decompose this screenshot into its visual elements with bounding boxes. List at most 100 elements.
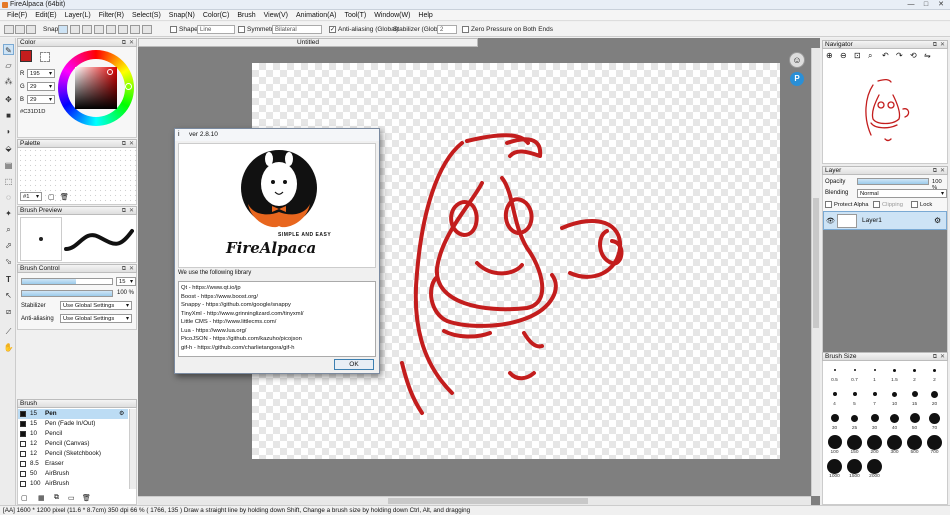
zoom-in-icon[interactable]: ⊕ [826, 51, 833, 60]
zoom-actual-icon[interactable]: ⌕ [868, 51, 872, 61]
brush-size-grid[interactable]: 0.5 0.7 1 1.5 2 2 4 5 7 10 15 20 30 25 30 40 50 70 100 150 2… [822, 361, 948, 505]
brush-stabilizer-select[interactable]: Use Global Settings [60, 301, 132, 310]
gradient-tool-icon[interactable]: ▤ [3, 160, 14, 171]
menu-snap[interactable]: Snap(N) [165, 12, 199, 19]
rotate-reset-icon[interactable]: ⟲ [910, 51, 917, 60]
panel-close-icon[interactable]: ✕ [940, 167, 945, 175]
menu-brush[interactable]: Brush [233, 12, 259, 19]
rotate-right-icon[interactable]: ↷ [896, 51, 903, 60]
brush-new-icon[interactable]: ▢ [21, 494, 28, 502]
menu-layer[interactable]: Layer(L) [61, 12, 95, 19]
snap-vanishing-icon[interactable] [118, 25, 128, 34]
g-value-field[interactable]: 29 [27, 82, 55, 91]
brush-size-option[interactable]: 4 [825, 387, 844, 407]
brush-size-slider[interactable] [21, 278, 113, 285]
brush-list-scrollbar[interactable] [129, 409, 136, 489]
b-value-field[interactable]: 29 [27, 95, 55, 104]
brush-item[interactable]: 12 Pencil (Sketchbook) [18, 449, 128, 459]
menu-file[interactable]: File(F) [3, 12, 31, 19]
zero-pressure-checkbox[interactable] [462, 26, 469, 33]
brush-size-option[interactable]: 2000 [865, 459, 884, 479]
close-window-button[interactable]: ✕ [935, 1, 947, 9]
horizontal-scroll-thumb[interactable] [388, 498, 588, 504]
brush-size-option[interactable]: 100 [825, 435, 844, 455]
snap-cross-icon[interactable] [70, 25, 80, 34]
pen-tool-icon[interactable]: ✎ [3, 44, 14, 55]
background-color-swatch[interactable] [40, 52, 50, 62]
brush-size-option[interactable]: 10 [885, 387, 904, 407]
fill-tool-icon[interactable]: ◗ [3, 126, 14, 137]
layer-opacity-slider[interactable] [857, 178, 929, 185]
eyedropper-tool-icon[interactable]: ⟋ [3, 326, 14, 337]
ok-button[interactable]: OK [334, 359, 374, 370]
canvas-vertical-scrollbar[interactable] [811, 48, 820, 496]
operation-tool-icon[interactable]: ↖ [3, 290, 14, 301]
snap-extra-icon[interactable] [142, 25, 152, 34]
shape-select[interactable]: Line [197, 25, 235, 34]
panel-close-icon[interactable]: ✕ [129, 265, 134, 273]
brush-size-option[interactable]: 50 [905, 411, 924, 431]
lasso-tool-icon[interactable]: ◌ [3, 192, 14, 203]
brush-size-option[interactable]: 15 [905, 387, 924, 407]
brush-size-option[interactable]: 20 [925, 387, 944, 407]
clipping-checkbox[interactable] [873, 201, 880, 208]
palette-index-select[interactable]: #1 [20, 192, 42, 201]
vertical-scroll-thumb[interactable] [813, 198, 819, 328]
minimize-button[interactable]: — [905, 1, 917, 9]
shape-checkbox[interactable] [170, 26, 177, 33]
hex-value[interactable]: #C31D1D [20, 109, 45, 115]
snap-parallel-icon[interactable] [58, 25, 68, 34]
brush-antialias-select[interactable]: Use Global Settings [60, 314, 132, 323]
brush-size-option[interactable]: 25 [845, 411, 864, 431]
brush-item[interactable]: 50 AirBrush [18, 469, 128, 479]
panel-close-icon[interactable]: ✕ [129, 207, 134, 215]
canvas-horizontal-scrollbar[interactable] [138, 496, 811, 505]
palette-add-icon[interactable]: ▢ [48, 193, 55, 201]
menu-color[interactable]: Color(C) [199, 12, 233, 19]
text-tool-icon[interactable]: T [3, 274, 14, 285]
divide-tool-icon[interactable]: ⧄ [3, 306, 14, 317]
brush-folder-icon[interactable]: ▭ [68, 494, 75, 502]
eraser-tool-icon[interactable]: ▱ [3, 60, 14, 71]
move-tool-icon[interactable]: ✥ [3, 94, 14, 105]
brush-size-option[interactable]: 2 [925, 363, 944, 383]
brush-size-option[interactable]: 0.7 [845, 363, 864, 383]
symmetry-checkbox[interactable] [238, 26, 245, 33]
brush-delete-icon[interactable]: 🗑 [82, 494, 91, 502]
palette-delete-icon[interactable]: 🗑 [60, 193, 69, 201]
panel-float-icon[interactable]: ⧉ [122, 207, 126, 215]
document-tab[interactable]: Untitled [138, 38, 478, 47]
brush-size-option[interactable]: 150 [845, 435, 864, 455]
hand-tool-icon[interactable]: ✋ [3, 342, 14, 353]
library-list[interactable]: Qt - https://www.qt.io/jp Boost - https:… [178, 281, 376, 357]
brush-size-option[interactable]: 700 [925, 435, 944, 455]
brush-size-option[interactable]: 1.5 [885, 363, 904, 383]
brush-add-icon[interactable]: ▦ [38, 494, 45, 502]
dot-tool-icon[interactable]: ⁂ [3, 76, 14, 87]
zoom-out-icon[interactable]: ⊖ [840, 51, 847, 60]
hue-wheel[interactable] [58, 50, 134, 126]
grid-icon[interactable] [4, 25, 14, 34]
maximize-button[interactable]: □ [920, 1, 932, 9]
layer-row[interactable]: 👁 Layer1 ⚙ [823, 211, 947, 230]
select-pen-icon[interactable]: ⬀ [3, 240, 14, 251]
color-picker-handle[interactable] [107, 69, 113, 75]
hue-handle[interactable] [125, 83, 132, 90]
brush-item[interactable]: 8.5 Eraser [18, 459, 128, 469]
layer-settings-icon[interactable]: ⚙ [934, 216, 941, 225]
magic-wand-icon[interactable]: ✦ [3, 208, 14, 219]
brush-size-option[interactable]: 30 [825, 411, 844, 431]
panel-close-icon[interactable]: ✕ [940, 41, 945, 49]
fill-rect-icon[interactable]: ■ [3, 110, 14, 121]
zoom-tool-icon[interactable]: ⌕ [3, 224, 14, 235]
menu-help[interactable]: Help [414, 12, 436, 19]
panel-float-icon[interactable]: ⧉ [933, 41, 937, 49]
select-eraser-icon[interactable]: ⬂ [3, 256, 14, 267]
palette-swatch-area[interactable]: #1 ▢ 🗑 [17, 148, 137, 205]
menu-select[interactable]: Select(S) [128, 12, 165, 19]
menu-view[interactable]: View(V) [260, 12, 292, 19]
snap-radial-icon[interactable] [82, 25, 92, 34]
panel-close-icon[interactable]: ✕ [129, 39, 134, 47]
layer-visibility-icon[interactable]: 👁 [826, 217, 835, 225]
flip-horizontal-icon[interactable]: ⇋ [924, 51, 931, 60]
